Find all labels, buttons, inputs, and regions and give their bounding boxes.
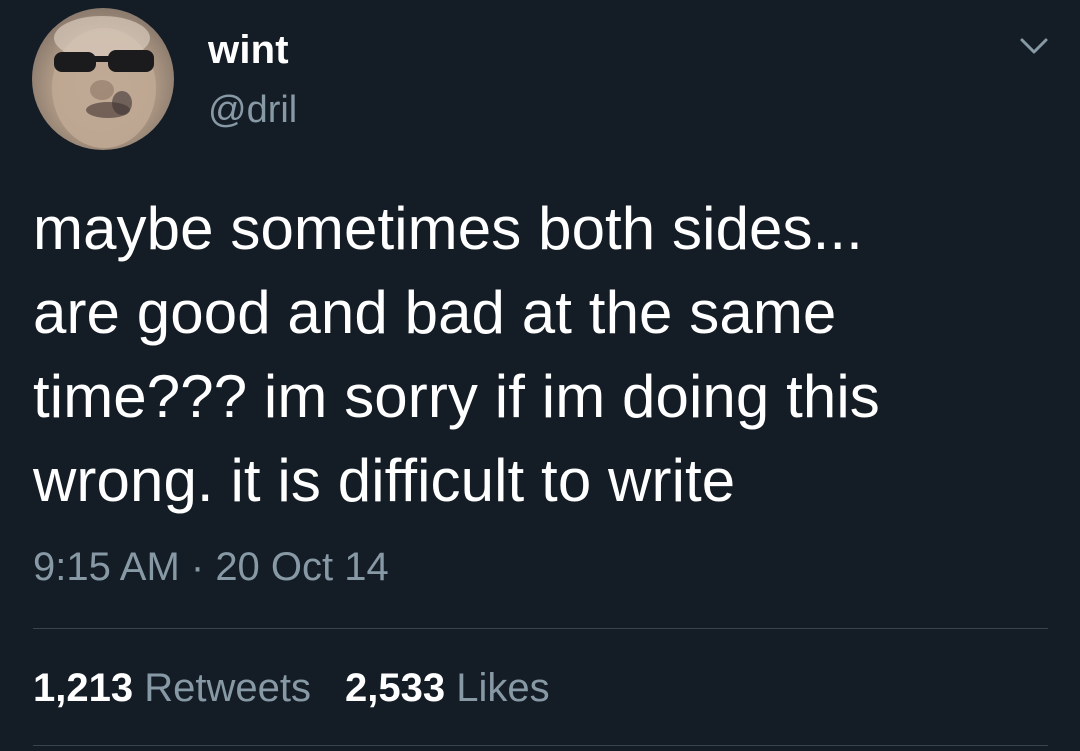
retweets-label: Retweets [144,666,311,710]
tweet-timestamp[interactable]: 9:15 AM · 20 Oct 14 [33,543,389,591]
display-name[interactable]: wint [208,27,289,73]
divider [33,745,1048,746]
avatar[interactable] [32,8,174,150]
tweet-detail: wint @dril maybe sometimes both sides...… [0,0,1080,751]
profile-photo [52,16,156,148]
tweet-stats: 1,213 Retweets 2,533 Likes [33,664,584,712]
tweet-text: maybe sometimes both sides... are good a… [33,195,880,514]
likes-label: Likes [456,666,550,710]
likes-stat[interactable]: 2,533 Likes [345,664,550,712]
user-handle[interactable]: @dril [208,88,297,132]
retweets-count: 1,213 [33,666,134,710]
divider [33,628,1048,629]
tweet-time: 9:15 AM [33,545,180,589]
retweets-stat[interactable]: 1,213 Retweets [33,664,311,712]
likes-count: 2,533 [344,666,446,710]
timestamp-separator: · [179,545,216,589]
chevron-down-icon[interactable] [1014,30,1054,62]
tweet-date: 20 Oct 14 [215,545,389,589]
